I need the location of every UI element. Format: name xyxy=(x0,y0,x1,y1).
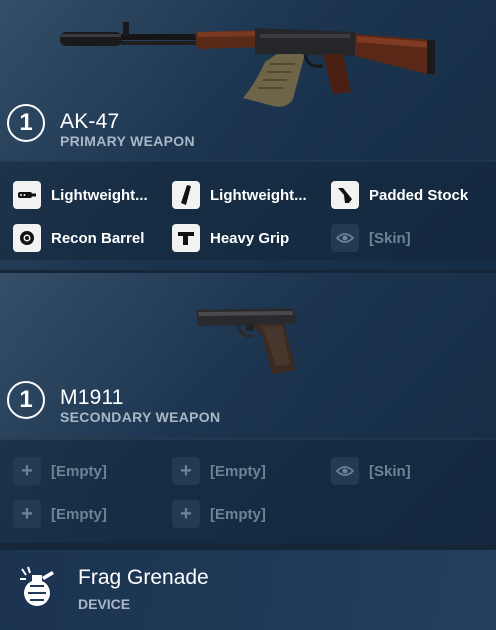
attachment-label: Padded Stock xyxy=(369,186,469,204)
weapon-type-label: SECONDARY WEAPON xyxy=(60,409,221,425)
plus-icon: + xyxy=(13,457,41,485)
weapon-name: AK-47 xyxy=(60,110,120,133)
grip-icon xyxy=(172,224,200,252)
suppressor-icon xyxy=(13,181,41,209)
eye-icon xyxy=(331,457,359,485)
attachment-slot-grip[interactable]: Heavy Grip xyxy=(172,222,324,254)
attachment-label: Lightweight... xyxy=(51,186,148,204)
plus-icon: + xyxy=(172,457,200,485)
attachment-label: [Skin] xyxy=(369,229,411,247)
magazine-icon xyxy=(172,181,200,209)
slot-number-badge: 1 xyxy=(7,104,45,142)
attachment-slot-barrel[interactable]: Recon Barrel xyxy=(13,222,165,254)
secondary-weapon-panel[interactable]: 1 M1911 SECONDARY WEAPON + [Empty] + [Em… xyxy=(0,273,496,543)
attachment-slot-empty[interactable]: + [Empty] xyxy=(13,455,165,487)
divider xyxy=(0,160,496,162)
attachment-slot-empty[interactable]: + [Empty] xyxy=(172,455,324,487)
frag-grenade-icon xyxy=(20,566,54,606)
attachment-label: Heavy Grip xyxy=(210,229,290,247)
m1911-pistol-icon xyxy=(196,308,296,374)
attachment-label: [Empty] xyxy=(210,462,266,480)
attachment-label: Recon Barrel xyxy=(51,229,145,247)
plus-icon: + xyxy=(13,500,41,528)
device-type-label: DEVICE xyxy=(78,596,131,612)
ak47-rifle-icon xyxy=(60,22,435,107)
attachment-label: [Skin] xyxy=(369,462,411,480)
attachment-slot-skin[interactable]: [Skin] xyxy=(331,222,483,254)
stock-icon xyxy=(331,181,359,209)
attachment-slot-stock[interactable]: Padded Stock xyxy=(331,179,491,211)
attachment-slot-magazine[interactable]: Lightweight... xyxy=(172,179,324,211)
attachment-slot-suppressor[interactable]: Lightweight... xyxy=(13,179,165,211)
primary-weapon-panel[interactable]: 1 AK-47 PRIMARY WEAPON Lightweight... Li… xyxy=(0,0,496,270)
attachment-slot-skin[interactable]: [Skin] xyxy=(331,455,483,487)
attachment-label: [Empty] xyxy=(51,462,107,480)
attachment-label: [Empty] xyxy=(210,505,266,523)
weapon-type-label: PRIMARY WEAPON xyxy=(60,133,195,149)
slot-number-badge: 1 xyxy=(7,381,45,419)
device-panel[interactable] xyxy=(0,550,496,630)
device-name: Frag Grenade xyxy=(78,566,209,589)
divider xyxy=(0,438,496,440)
attachment-slot-empty[interactable]: + [Empty] xyxy=(172,498,324,530)
eye-icon xyxy=(331,224,359,252)
plus-icon: + xyxy=(172,500,200,528)
weapon-name: M1911 xyxy=(60,386,124,409)
attachment-label: Lightweight... xyxy=(210,186,307,204)
attachment-label: [Empty] xyxy=(51,505,107,523)
attachment-slot-empty[interactable]: + [Empty] xyxy=(13,498,165,530)
barrel-icon xyxy=(13,224,41,252)
